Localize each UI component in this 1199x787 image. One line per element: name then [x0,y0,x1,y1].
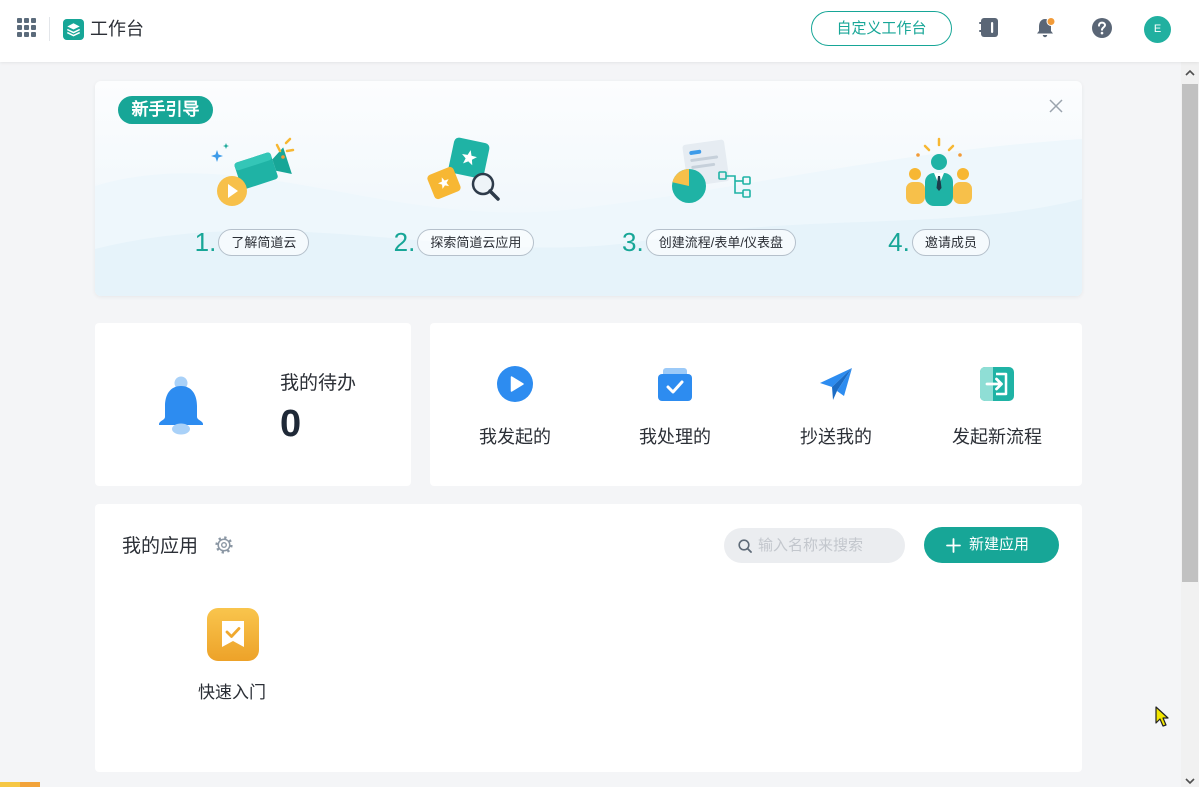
new-app-label: 新建应用 [969,536,1030,553]
app-name: 快速入门 [198,683,266,702]
guide-step-row: 4. 邀请成员 [819,228,1059,256]
process-item-label: 抄送我的 [800,427,872,447]
process-item-cc[interactable]: 抄送我的 [756,323,916,486]
notebook-icon[interactable] [979,17,999,38]
app-search-box[interactable] [724,528,905,563]
step-label[interactable]: 了解简道云 [218,229,310,256]
scroll-down-arrow-icon[interactable] [1185,778,1195,785]
step-label[interactable]: 探索简道云应用 [417,229,535,256]
todo-count: 0 [280,403,302,445]
step-number: 1. [194,227,217,257]
guide-step-create[interactable]: 3. 创建流程/表单/仪表盘 [589,136,829,260]
process-shortcuts-card: 我发起的 我处理的 抄送我的 发起新流程 [430,323,1082,486]
guide-step-invite[interactable]: 4. 邀请成员 [819,136,1059,260]
chart-form-illustration [672,139,751,203]
search-icon [738,539,752,553]
video-camera-illustration [211,137,295,206]
team-members-illustration [906,137,972,206]
apps-section-title: 我的应用 [122,536,199,557]
guide-step-row: 1. 了解简道云 [132,228,372,256]
guide-step-explore[interactable]: 2. 探索简道云应用 [344,136,584,260]
step-number: 2. [393,227,416,257]
process-item-label: 发起新流程 [952,427,1042,447]
customize-workspace-button[interactable]: 自定义工作台 [811,11,952,46]
todo-label: 我的待办 [280,373,357,394]
my-apps-card: 我的应用 新建应用 快速入门 [95,504,1082,772]
step-number: 3. [622,227,644,257]
start-flow-icon [980,367,1014,401]
app-tile[interactable]: 快速入门 [177,604,287,714]
step-number: 4. [888,227,910,257]
gear-icon[interactable] [215,536,233,554]
header-divider [49,17,50,41]
workspace-logo-icon [63,19,84,40]
app-search-input[interactable] [758,528,898,563]
mouse-pointer-icon [1155,706,1169,727]
new-app-button[interactable]: 新建应用 [924,527,1059,563]
inbox-check-icon [658,368,692,401]
paper-plane-icon [820,368,852,400]
scrollbar-thumb[interactable] [1182,84,1198,582]
plus-icon [946,538,961,553]
apps-grid-icon[interactable] [17,18,36,37]
process-item-handled[interactable]: 我处理的 [595,323,755,486]
process-item-initiated[interactable]: 我发起的 [435,323,595,486]
my-todo-card[interactable]: 我的待办 0 [95,323,411,486]
step-label[interactable]: 创建流程/表单/仪表盘 [645,229,796,256]
bell-icon [159,376,203,435]
help-icon[interactable] [1091,17,1113,39]
top-bar: 工作台 自定义工作台 E [0,0,1199,62]
notification-bell-icon[interactable] [1035,16,1057,39]
beginner-guide-card: 新手引导 1. 了解简道云 2. 探索简道云应用 3. 创建流程/表单/仪表盘 … [95,81,1082,296]
user-avatar[interactable]: E [1144,16,1171,43]
page-title: 工作台 [90,19,144,39]
scroll-up-arrow-icon[interactable] [1185,69,1195,76]
explore-apps-illustration [427,137,500,201]
vertical-scrollbar[interactable] [1181,62,1199,787]
loading-progress-bar [0,782,40,787]
step-label[interactable]: 邀请成员 [911,229,990,256]
quick-start-icon [207,608,259,661]
guide-step-row: 2. 探索简道云应用 [344,228,584,256]
guide-step-learn[interactable]: 1. 了解简道云 [132,136,372,260]
process-item-new-flow[interactable]: 发起新流程 [917,323,1077,486]
guide-step-row: 3. 创建流程/表单/仪表盘 [589,228,829,256]
close-icon[interactable] [1049,99,1063,113]
process-item-label: 我处理的 [639,427,711,447]
process-item-label: 我发起的 [479,427,551,447]
guide-badge: 新手引导 [118,96,213,124]
play-circle-icon [497,366,533,402]
